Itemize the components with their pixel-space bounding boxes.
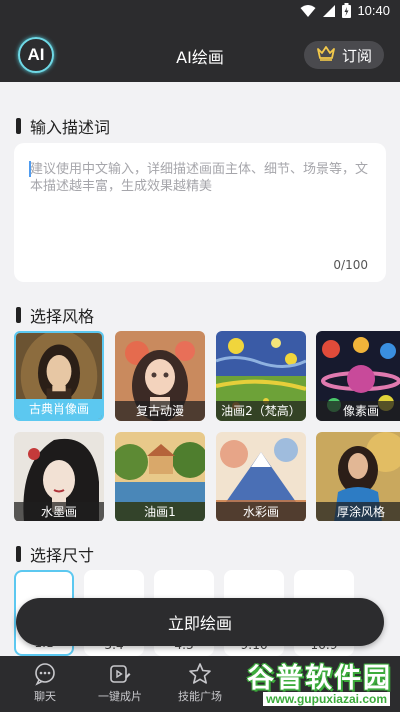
size-title-text: 选择尺寸 [30, 546, 95, 565]
description-section-title: 输入描述词 [16, 114, 110, 138]
clock: 10:40 [357, 3, 390, 18]
tab-label: 一键成片 [98, 690, 142, 703]
description-placeholder: 建议使用中文输入，详细描述画面主体、细节、场景等，文本描述越丰富，生成效果越精美 [30, 162, 369, 194]
style-label: 古典肖像画 [16, 399, 102, 419]
style-card-oil-painting[interactable]: 油画1 [115, 432, 205, 521]
section-marker [16, 546, 21, 562]
watermark-url: www.gupuxiazai.com [263, 692, 390, 706]
battery-icon [342, 3, 352, 18]
description-title-text: 输入描述词 [30, 118, 111, 137]
style-section-title: 选择风格 [16, 303, 94, 327]
section-marker [16, 118, 21, 134]
watermark: 谷普软件园 www.gupuxiazai.com [222, 654, 398, 710]
chat-icon [35, 663, 55, 686]
star-icon [189, 663, 211, 684]
crown-icon [316, 45, 336, 65]
section-marker [16, 307, 21, 323]
subscribe-label: 订阅 [341, 46, 372, 65]
signal-icon [322, 4, 336, 18]
style-card-retro-anime[interactable]: 复古动漫 [115, 331, 205, 421]
wifi-icon [300, 4, 316, 18]
style-label: 油画2（梵高） [216, 401, 306, 421]
app-header: AI AI绘画 订阅 [0, 24, 400, 82]
char-counter: 0/100 [333, 258, 368, 272]
style-card-watercolor[interactable]: 水彩画 [216, 432, 306, 521]
watermark-text: 谷普软件园 [247, 663, 392, 694]
style-card-van-gogh[interactable]: 油画2（梵高） [216, 331, 306, 421]
video-edit-icon [110, 665, 131, 683]
status-bar: 10:40 [0, 0, 400, 24]
style-card-classic-portrait[interactable]: 古典肖像画 [14, 331, 104, 421]
style-label: 油画1 [115, 502, 205, 521]
subscribe-button[interactable]: 订阅 [304, 41, 384, 69]
draw-now-button[interactable]: 立即绘画 [16, 598, 384, 646]
style-grid: 古典肖像画 复古动漫 油画2（梵高） 像素画 水墨画 油画1 水彩画 厚涂风格 [14, 331, 400, 521]
style-label: 复古动漫 [115, 401, 205, 421]
tab-one-click-video[interactable]: 一键成片 [75, 656, 165, 712]
size-section-title: 选择尺寸 [16, 542, 94, 566]
style-card-ink-painting[interactable]: 水墨画 [14, 432, 104, 521]
style-title-text: 选择风格 [30, 307, 95, 326]
style-card-impasto[interactable]: 厚涂风格 [316, 432, 400, 521]
style-card-pixel-art[interactable]: 像素画 [316, 331, 400, 421]
style-label: 水彩画 [216, 502, 306, 521]
description-input[interactable]: 建议使用中文输入，详细描述画面主体、细节、场景等，文本描述越丰富，生成效果越精美… [14, 143, 386, 282]
style-label: 厚涂风格 [316, 502, 400, 521]
style-label: 像素画 [316, 401, 400, 421]
style-label: 水墨画 [14, 502, 104, 521]
